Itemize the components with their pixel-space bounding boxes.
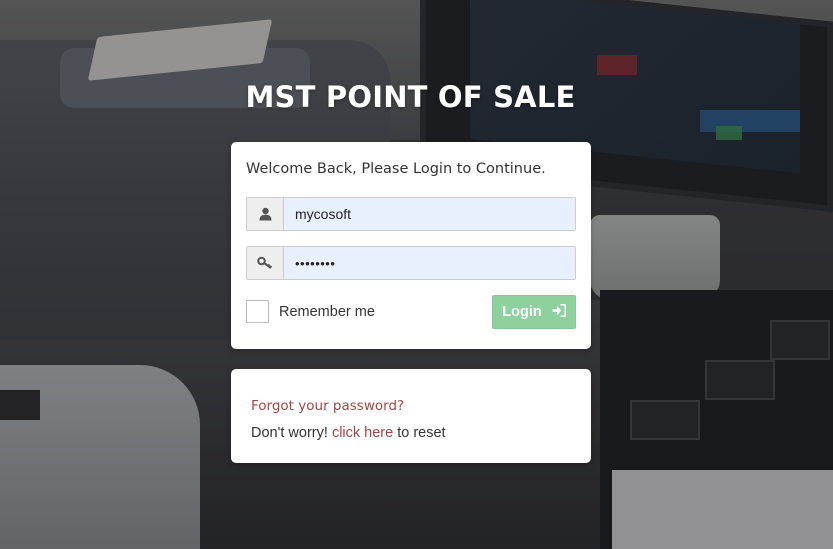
reset-suffix: to reset (397, 425, 446, 441)
username-group (246, 197, 576, 231)
remember-me: Remember me (246, 300, 375, 323)
reset-password-link[interactable]: click here (332, 425, 393, 441)
user-icon (247, 198, 284, 230)
remember-me-label: Remember me (279, 303, 375, 320)
reset-prefix: Don't worry! (251, 425, 328, 441)
forgot-password-panel: Forgot your password? Don't worry! click… (231, 369, 591, 463)
reset-instructions: Don't worry! click here to reset (251, 425, 446, 441)
sign-in-icon (552, 303, 566, 321)
login-panel: Welcome Back, Please Login to Continue. … (231, 142, 591, 349)
key-icon (247, 247, 284, 279)
username-input[interactable] (284, 198, 575, 230)
login-button[interactable]: Login (492, 295, 576, 329)
login-button-label: Login (502, 304, 542, 320)
forgot-password-title: Forgot your password? (251, 398, 405, 414)
remember-me-checkbox[interactable] (246, 300, 269, 323)
app-title: MST POINT OF SALE (245, 80, 576, 114)
password-input[interactable] (284, 247, 575, 279)
welcome-message: Welcome Back, Please Login to Continue. (246, 161, 546, 177)
password-group (246, 246, 576, 280)
